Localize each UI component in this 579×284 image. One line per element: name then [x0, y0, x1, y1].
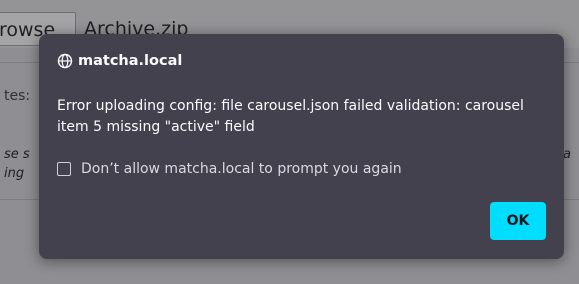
dialog-message: Error uploading config: file carousel.js… [57, 98, 524, 135]
dialog-header: matcha.local [57, 53, 182, 69]
globe-icon [57, 53, 73, 69]
ok-button[interactable]: OK [490, 202, 546, 240]
hint-text-line: se s [4, 147, 30, 162]
hint-text-fragment: a [563, 147, 571, 162]
dont-allow-checkbox[interactable] [57, 162, 71, 176]
prompt-dialog: matcha.local Error uploading config: fil… [39, 34, 564, 259]
dont-allow-label[interactable]: Don’t allow matcha.local to prompt you a… [81, 161, 402, 177]
notes-label: tes: [4, 88, 31, 104]
dialog-origin-title: matcha.local [78, 53, 183, 69]
hint-text-line: ing [4, 166, 25, 181]
prompt-suppress-option[interactable]: Don’t allow matcha.local to prompt you a… [57, 161, 402, 177]
